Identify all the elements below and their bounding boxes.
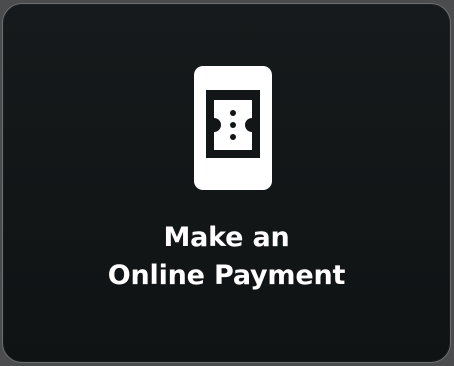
online-payment-card[interactable]: Make an Online Payment	[2, 3, 451, 363]
card-title-line-1: Make an	[163, 222, 290, 253]
card-title-line-2: Online Payment	[107, 260, 346, 291]
mobile-ticket-icon	[194, 66, 272, 190]
